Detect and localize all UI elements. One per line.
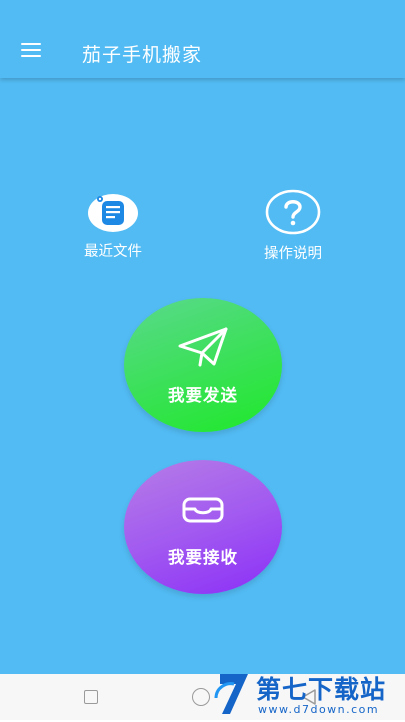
receive-button[interactable]: 我要接收 [124,460,282,594]
home-button[interactable] [192,688,210,706]
watermark-title: 第七下载站 [256,675,387,704]
app-bar: 茄子手机搬家 [0,0,405,78]
receive-label: 我要接收 [168,548,238,567]
recent-files-button[interactable]: 最近文件 [58,190,168,261]
recent-files-label: 最近文件 [84,244,142,260]
watermark-url: www.d7down.com [258,703,380,716]
main-screen: 茄子手机搬家 最近文件 操作说明 我要发送 我要接收 [0,0,405,674]
paper-plane-icon [176,326,230,368]
app-title: 茄子手机搬家 [82,44,203,66]
menu-icon [21,43,41,45]
document-list-icon [87,190,139,234]
menu-icon-line [21,49,41,51]
watermark: 第七下载站 www.d7down.com [214,668,405,720]
recent-apps-button[interactable] [84,690,98,704]
watermark-logo-icon [214,668,252,718]
instructions-label: 操作说明 [264,246,322,262]
menu-icon-line [21,55,41,57]
instructions-button[interactable]: 操作说明 [238,188,348,263]
question-mark-icon [265,188,321,236]
send-label: 我要发送 [168,386,238,405]
inbox-tray-icon [181,496,225,524]
send-button[interactable]: 我要发送 [124,298,282,432]
menu-button[interactable] [16,38,46,66]
